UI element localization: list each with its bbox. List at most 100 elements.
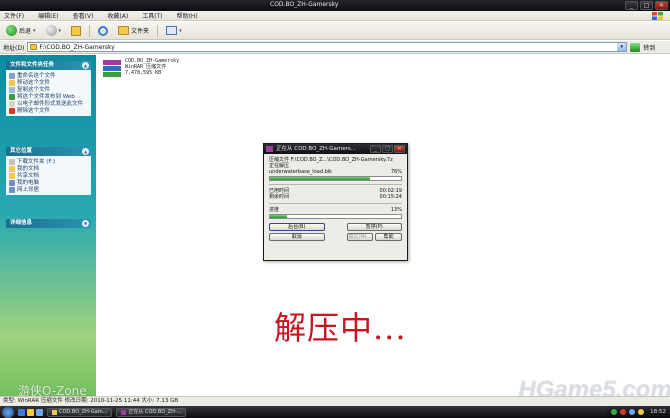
cancel-button[interactable]: 取消 [269,233,325,241]
maximize-button[interactable]: □ [640,1,653,10]
task-delete[interactable]: 删除这个文件 [9,107,88,114]
other-places-title: 其它位置 [10,148,33,154]
total-percent: 13% [390,207,402,213]
taskbar-item-explorer[interactable]: COD.BO_ZH-Gam... [47,407,113,417]
desktop-icon[interactable] [36,408,43,416]
current-file: underwaterbase_load.bik [269,169,333,175]
rename-icon [9,72,15,79]
task-rename[interactable]: 重命名这个文件 [9,72,88,79]
address-path: F:\COD.BO_ZH-Gamersky [39,43,115,51]
browser-icon[interactable] [18,408,25,416]
dialog-close-button[interactable]: ✕ [394,145,405,153]
other-places-header[interactable]: 其它位置 ▲ [6,147,91,156]
menu-favorites[interactable]: 收藏(A) [107,11,128,20]
menu-edit[interactable]: 编辑(E) [38,11,58,20]
email-icon [9,100,15,107]
file-size: 7,478,595 KB [125,70,162,76]
explorer-icon[interactable] [27,408,34,416]
web-publish-icon [9,93,15,100]
clock[interactable]: 18:52 [650,409,666,415]
collapse-icon[interactable]: ▲ [82,62,89,69]
file-item[interactable]: COD.BO_ZH-Gamersky WinRAR 压缩文件 7,478,595… [102,58,179,78]
details-header[interactable]: 详细信息 ▼ [6,219,91,228]
winrar-archive-icon [102,58,122,78]
computer-icon [9,179,15,186]
mode-button[interactable]: 模式(M)... [346,233,374,241]
task-email[interactable]: 以电子邮件形式发送此文件 [9,100,88,107]
menu-help[interactable]: 帮助(H) [177,11,198,20]
dialog-maximize-button[interactable]: □ [382,145,393,153]
window-controls: _ □ ✕ [625,1,668,10]
winrar-icon [266,146,273,152]
up-folder-icon [71,25,82,36]
current-file-row: underwaterbase_load.bik 76% [269,169,402,175]
search-button[interactable] [96,24,110,38]
task-move[interactable]: 移动这个文件 [9,79,88,86]
extracting-caption: 解压中... [274,309,407,347]
chevron-down-icon: ▾ [179,27,182,34]
taskbar-item-winrar[interactable]: 正在从 COD.BO_ZH-... [116,407,187,417]
toolbar-separator [89,24,91,37]
start-button[interactable] [2,406,14,418]
windows-logo-icon [652,12,663,20]
mode-help-group: 模式(M)... 帮助 [346,233,402,241]
file-meta: COD.BO_ZH-Gamersky WinRAR 压缩文件 7,478,595… [125,58,179,78]
folders-label: 文件夹 [131,28,150,35]
divider [269,184,402,185]
go-label[interactable]: 转到 [643,43,655,52]
help-button[interactable]: 帮助 [375,233,402,241]
views-button[interactable]: ▾ [164,24,184,38]
menu-bar: 文件(F) 编辑(E) 查看(V) 收藏(A) 工具(T) 帮助(H) [0,11,670,21]
task-publish-web[interactable]: 将这个文件发布到 Web [9,93,88,100]
dialog-body: 压缩文件 F:\COD.BO_Z...\COD.BO_ZH-Gamersky.7… [264,154,407,244]
file-tasks-panel: 文件和文件夹任务 ▲ 重命名这个文件 移动这个文件 复制这个文件 将这个文件发布… [6,61,91,116]
volume-tray-icon[interactable] [629,409,636,415]
file-tasks-title: 文件和文件夹任务 [10,62,55,68]
network-tray-icon[interactable] [611,409,618,415]
place-label: 共享文档 [17,172,40,179]
minimize-button[interactable]: _ [625,1,638,10]
address-input[interactable]: F:\COD.BO_ZH-Gamersky ▾ [27,42,628,52]
place-label: 网上邻居 [17,186,40,193]
go-arrow-icon[interactable] [630,42,641,52]
place-my-computer[interactable]: 我的电脑 [9,179,88,186]
taskbar-item-label: COD.BO_ZH-Gam... [59,408,108,415]
task-copy[interactable]: 复制这个文件 [9,86,88,93]
move-icon [9,79,15,86]
background-button[interactable]: 后台(B) [269,223,325,231]
place-shared-documents[interactable]: 共享文档 [9,172,88,179]
task-label: 复制这个文件 [17,86,51,93]
other-places-list: 下载文件夹 (F:) 我的文档 共享文档 我的电脑 网上邻居 [6,156,91,195]
file-tasks-list: 重命名这个文件 移动这个文件 复制这个文件 将这个文件发布到 Web 以电子邮件… [6,70,91,116]
place-network[interactable]: 网上邻居 [9,186,88,193]
security-tray-icon[interactable] [620,409,627,415]
folders-button[interactable]: 文件夹 [116,24,151,38]
address-dropdown-icon[interactable]: ▾ [617,43,627,51]
expand-icon[interactable]: ▼ [82,220,89,227]
remaining-label: 剩余时间 [269,194,290,200]
file-tasks-header[interactable]: 文件和文件夹任务 ▲ [6,61,91,70]
place-drive[interactable]: 下载文件夹 (F:) [9,158,88,165]
toolbar-separator [157,24,159,37]
chevron-down-icon: ▾ [58,27,62,34]
place-label: 下载文件夹 (F:) [17,158,56,165]
task-label: 重命名这个文件 [17,72,56,79]
place-label: 我的文档 [17,165,40,172]
up-folder-button[interactable] [69,24,83,38]
menu-tools[interactable]: 工具(T) [142,11,162,20]
close-button[interactable]: ✕ [655,1,668,10]
place-label: 我的电脑 [17,179,40,186]
dialog-titlebar[interactable]: 正在从 COD.BO_ZH-Gamers... _ □ ✕ [264,144,407,154]
task-label: 以电子邮件形式发送此文件 [17,100,84,107]
forward-button[interactable]: ▾ [44,24,64,38]
dialog-minimize-button[interactable]: _ [370,145,381,153]
place-my-documents[interactable]: 我的文档 [9,165,88,172]
collapse-icon[interactable]: ▲ [82,148,89,155]
back-button[interactable]: 后退 ▾ [4,24,38,38]
ime-tray-icon[interactable] [638,409,645,415]
window-titlebar[interactable]: COD.BO_ZH-Gamersky _ □ ✕ [0,0,670,11]
pause-button[interactable]: 暂停(P) [346,223,402,231]
menu-view[interactable]: 查看(V) [73,11,94,20]
menu-file[interactable]: 文件(F) [4,11,24,20]
task-label: 删除这个文件 [17,107,51,114]
